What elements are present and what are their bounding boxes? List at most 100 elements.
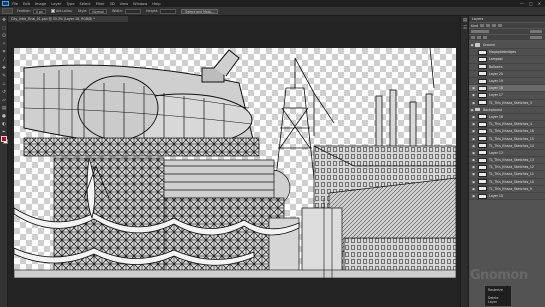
lock-position-icon[interactable] — [477, 36, 481, 39]
layer-row[interactable]: ◉ TL_This_Ithaca_Sketches_10 — [469, 178, 545, 186]
fill-field[interactable] — [530, 36, 542, 39]
visibility-eye-icon[interactable]: ◉ — [469, 194, 478, 198]
dodge-tool-icon[interactable]: ◐ — [1, 122, 7, 128]
select-and-mask-button[interactable]: Select and Mask... — [181, 8, 219, 14]
shape-filter-icon[interactable] — [498, 24, 503, 27]
visibility-eye-icon[interactable]: ◉ — [469, 93, 478, 97]
lasso-tool-icon[interactable]: ʘ — [1, 34, 7, 40]
opacity-field[interactable] — [530, 30, 542, 33]
antialias-label: Anti-alias — [55, 9, 72, 13]
layer-row[interactable]: ◉ Layer 13 — [469, 149, 545, 157]
layer-thumbnail — [478, 92, 487, 98]
tool-preset-picker[interactable] — [2, 8, 13, 14]
brush-tool-icon[interactable]: ✎ — [1, 74, 7, 80]
layer-thumbnail — [478, 164, 487, 170]
context-menu-item[interactable]: Rasterize — [485, 286, 511, 294]
layer-row[interactable]: ◉ TL_This_Ithaca_Sketches_4 — [469, 121, 545, 129]
menu-3d[interactable]: 3D — [110, 2, 115, 6]
layer-thumbnail — [478, 56, 487, 62]
layer-row[interactable]: ◉ Layer 16 — [469, 113, 545, 122]
visibility-eye-icon[interactable]: ◉ — [469, 129, 478, 133]
layer-thumbnail — [478, 150, 487, 156]
line-art-illustration — [14, 48, 456, 278]
visibility-eye-icon[interactable]: ◉ — [469, 151, 478, 155]
blur-tool-icon[interactable]: ● — [1, 114, 7, 120]
antialias-checkbox[interactable] — [50, 9, 55, 13]
close-icon[interactable]: ✕ — [538, 1, 541, 6]
menu-filter[interactable]: Filter — [96, 2, 105, 6]
layer-name: Layer 19 — [489, 79, 503, 84]
blend-mode-select[interactable] — [471, 30, 489, 33]
layer-row[interactable]: ◉ TL_This_Ithaca_Sketches_16 — [469, 128, 545, 136]
menu-image[interactable]: Image — [35, 2, 46, 6]
layer-row-selected[interactable]: ◉ Layer 18 — [469, 85, 545, 93]
layer-row[interactable]: Lampost — [469, 56, 545, 64]
layers-panel-title[interactable]: Layers — [472, 17, 483, 21]
layer-row[interactable]: Magicpilebridges — [469, 49, 545, 57]
lock-all-icon[interactable] — [483, 36, 487, 39]
pixel-filter-icon[interactable] — [480, 24, 485, 27]
watermark-logo: Gnomon — [470, 268, 528, 283]
magic-wand-tool-icon[interactable]: ✧ — [1, 42, 7, 48]
visibility-eye-icon[interactable]: ◉ — [469, 144, 478, 148]
layer-row[interactable]: Layer 20 — [469, 70, 545, 78]
document-canvas[interactable] — [14, 48, 456, 278]
height-input[interactable] — [160, 8, 177, 14]
menu-type[interactable]: Type — [66, 2, 74, 6]
gradient-tool-icon[interactable]: ▤ — [1, 106, 7, 112]
layer-row[interactable]: Balloons — [469, 63, 545, 71]
history-brush-tool-icon[interactable]: ↺ — [1, 90, 7, 96]
visibility-eye-icon[interactable]: ◉ — [469, 137, 478, 141]
layer-row[interactable]: ◉ Layer 17 — [469, 92, 545, 100]
layer-row[interactable]: ◉ TL_This_Ithaca_Sketches_13 — [469, 157, 545, 165]
layer-row[interactable]: ◉ Ground — [469, 42, 545, 50]
menu-layer[interactable]: Layer — [51, 2, 61, 6]
canvas-workspace[interactable] — [8, 22, 460, 307]
foreground-color-swatch[interactable] — [1, 136, 7, 142]
layer-row[interactable]: ◉ TL_This_Ithaca_Sketches_14 — [469, 142, 545, 150]
visibility-eye-icon[interactable]: ◉ — [469, 115, 478, 119]
marquee-tool-icon[interactable]: ⬚ — [1, 26, 7, 32]
layer-row[interactable]: ◉ TL_This_Ithaca_Sketches_9 — [469, 185, 545, 193]
type-filter-icon[interactable] — [492, 24, 497, 27]
eraser-tool-icon[interactable]: ▱ — [1, 98, 7, 104]
healing-tool-icon[interactable]: ✚ — [1, 66, 7, 72]
layer-row[interactable]: ◉ Layer 10 — [469, 192, 545, 201]
layer-row[interactable]: ◉ TL_This_Ithaca_Sketches_12 — [469, 164, 545, 172]
context-menu-item[interactable]: Delete Layer — [485, 294, 511, 306]
layers-filter-kind[interactable]: Kind — [471, 24, 478, 28]
menu-help[interactable]: Help — [152, 2, 160, 6]
menu-window[interactable]: Window — [133, 2, 147, 6]
maximize-icon[interactable]: □ — [529, 1, 533, 6]
visibility-eye-icon[interactable]: ◉ — [469, 172, 478, 176]
photoshop-logo-icon[interactable] — [2, 1, 9, 6]
menu-select[interactable]: Select — [80, 2, 91, 6]
layer-row[interactable]: Layer 19 — [469, 77, 545, 86]
visibility-eye-icon[interactable]: ◉ — [469, 122, 478, 126]
minimize-icon[interactable]: — — [520, 1, 524, 6]
stamp-tool-icon[interactable]: ⊥ — [1, 82, 7, 88]
menu-view[interactable]: View — [120, 2, 129, 6]
visibility-eye-icon[interactable]: ◉ — [469, 187, 478, 191]
layer-row[interactable]: ◉ TL_This_Ithaca_Sketches_15 — [469, 135, 545, 143]
adjustment-filter-icon[interactable] — [486, 24, 491, 27]
visibility-eye-icon[interactable]: ◉ — [469, 86, 478, 90]
visibility-eye-icon[interactable]: ◉ — [469, 101, 478, 105]
layers-blend-row — [469, 29, 545, 34]
move-tool-icon[interactable]: ✥ — [1, 18, 7, 24]
layer-row[interactable]: ◉ TL_This_Ithaca_Sketches_3 — [469, 99, 545, 107]
visibility-eye-icon[interactable]: ◉ — [469, 180, 478, 184]
style-select[interactable]: Normal — [89, 8, 107, 14]
visibility-eye-icon[interactable]: ◉ — [469, 158, 478, 162]
layer-row[interactable]: ◉ TL_This_Ithaca_Sketches_11 — [469, 171, 545, 179]
menu-edit[interactable]: Edit — [23, 2, 30, 6]
crop-tool-icon[interactable]: ⌗ — [1, 50, 7, 56]
menu-file[interactable]: File — [12, 2, 18, 6]
layer-row[interactable]: ◉ Background — [469, 106, 545, 114]
width-input[interactable] — [124, 8, 141, 14]
layer-name: Background — [483, 107, 503, 112]
eyedropper-tool-icon[interactable]: ⁄ — [1, 58, 7, 64]
lock-pixels-icon[interactable] — [471, 36, 475, 39]
visibility-eye-icon[interactable]: ◉ — [469, 165, 478, 169]
feather-input[interactable]: 0 px — [32, 8, 46, 14]
